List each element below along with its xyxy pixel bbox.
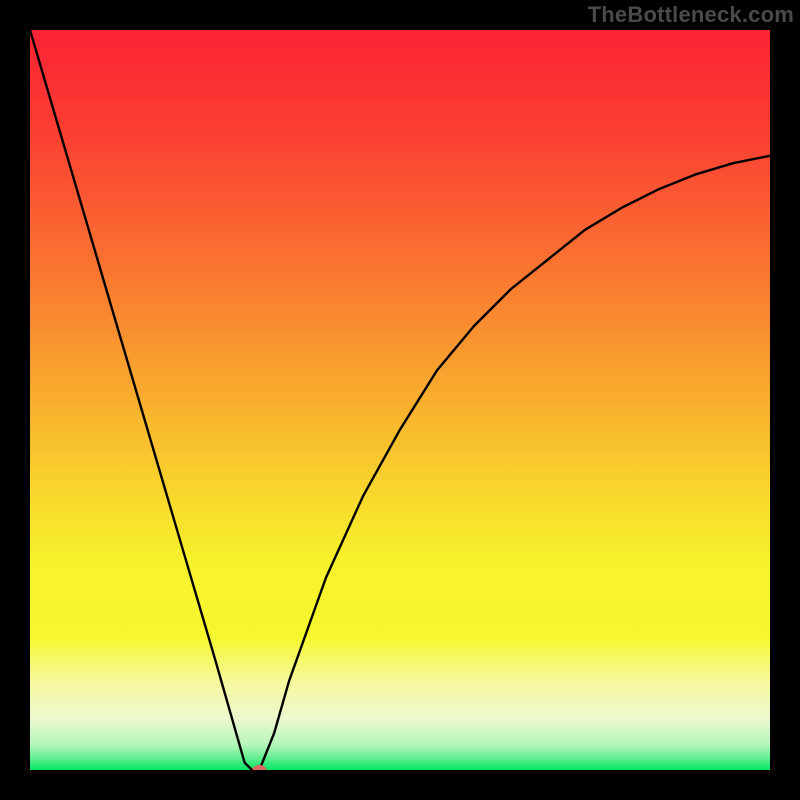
attribution-text: TheBottleneck.com bbox=[588, 2, 794, 28]
plot-area bbox=[30, 30, 770, 770]
chart-background-gradient bbox=[30, 30, 770, 770]
bottleneck-chart bbox=[30, 30, 770, 770]
chart-frame: TheBottleneck.com bbox=[0, 0, 800, 800]
